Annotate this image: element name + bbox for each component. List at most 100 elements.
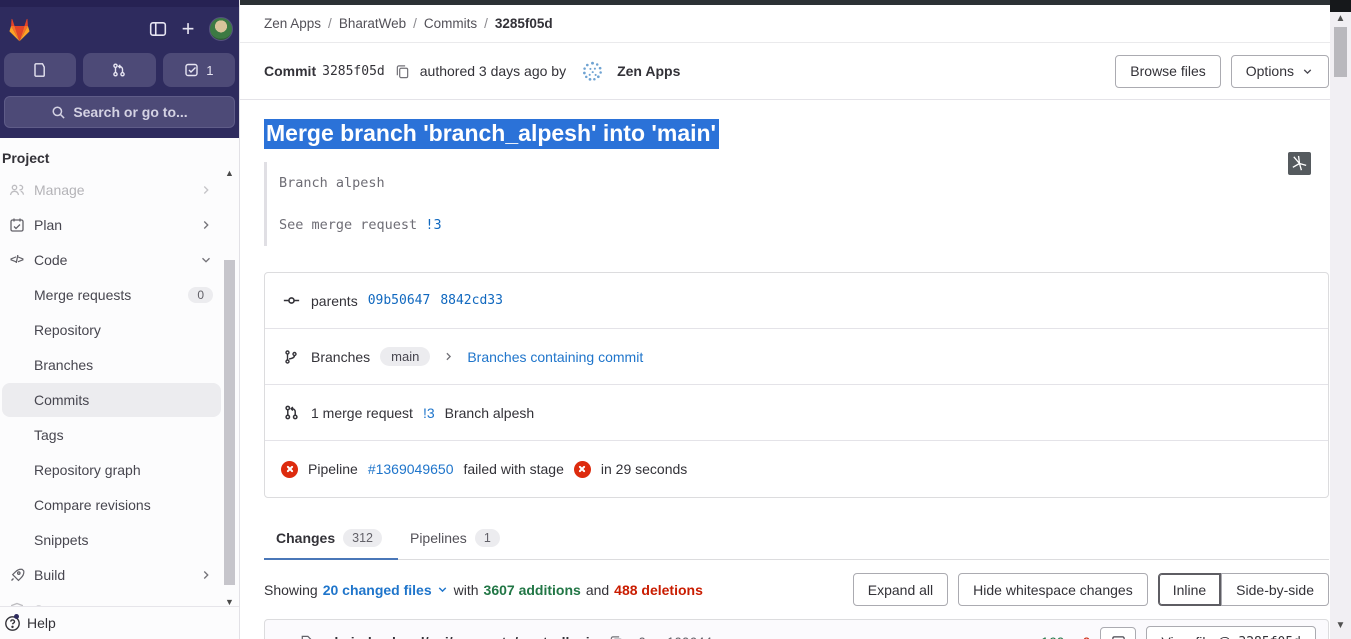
branches-label: Branches <box>311 348 371 365</box>
breadcrumb-link-project[interactable]: BharatWeb <box>339 16 406 31</box>
comment-icon <box>1112 636 1125 639</box>
author-avatar[interactable] <box>580 59 605 84</box>
branches-containing-commit-link[interactable]: Branches containing commit <box>467 349 643 365</box>
branch-name-badge[interactable]: main <box>380 347 431 367</box>
sidebar-item-label: Repository <box>34 322 101 338</box>
sidebar-item-compare-revisions[interactable]: Compare revisions <box>2 488 221 522</box>
file-path[interactable]: admin-backend/api/accounts/controller.js <box>322 634 597 639</box>
gitlab-logo-icon[interactable] <box>6 16 33 43</box>
rocket-icon <box>8 567 25 583</box>
branches-row: Branches main Branches containing commit <box>265 329 1328 386</box>
commit-message-line: Branch alpesh <box>279 174 385 191</box>
expand-all-button[interactable]: Expand all <box>852 573 949 607</box>
parent-sha-link[interactable]: 8842cd33 <box>440 293 503 308</box>
browse-files-button[interactable]: Browse files <box>1115 54 1221 88</box>
commit-label: Commit <box>264 63 317 79</box>
inline-view-button[interactable]: Inline <box>1157 573 1222 607</box>
merge-request-count-text: 1 merge request <box>311 404 413 421</box>
sidebar-item-label: Build <box>34 567 66 583</box>
commit-tabs: Changes 312 Pipelines 1 <box>264 520 1329 561</box>
search-placeholder: Search or go to... <box>73 104 188 120</box>
user-avatar[interactable] <box>209 17 233 41</box>
sidebar-item-tags[interactable]: Tags <box>2 418 221 452</box>
commit-message-line: See merge request !3 <box>279 217 442 234</box>
collapse-chevron-icon[interactable] <box>277 635 291 639</box>
sidebar-item-manage[interactable]: Manage <box>2 173 221 207</box>
calendar-icon <box>8 217 25 233</box>
help-notification-dot <box>14 614 19 619</box>
sidebar-toggle-icon[interactable] <box>143 14 173 44</box>
sidebar-scrollbar[interactable]: ▲ ▼ <box>223 168 236 607</box>
file-diff-header: admin-backend/api/accounts/controller.js… <box>264 619 1329 639</box>
sidebar-item-secure[interactable]: Secure <box>2 593 221 606</box>
sidebar-item-label: Commits <box>34 392 90 408</box>
sidebar-item-label: Merge requests <box>34 287 132 303</box>
chevron-right-icon <box>199 183 213 197</box>
copy-path-icon[interactable] <box>609 635 624 639</box>
sidebar-item-snippets[interactable]: Snippets <box>2 523 221 557</box>
pipelines-count-badge: 1 <box>474 529 500 548</box>
sidebar-item-commits[interactable]: Commits <box>2 383 221 417</box>
parent-sha-link[interactable]: 09b50647 <box>368 293 431 308</box>
scrollbar-corner <box>1330 0 1351 12</box>
commit-message: Branch alpesh See merge request !3 <box>264 161 1329 247</box>
page-scrollbar[interactable]: ▲ ▼ <box>1330 0 1351 639</box>
parents-label: parents <box>311 292 358 309</box>
scroll-up-arrow-icon[interactable]: ▲ <box>223 168 236 178</box>
author-name[interactable]: Zen Apps <box>617 63 680 79</box>
pipeline-label: Pipeline <box>308 461 358 478</box>
sidebar-item-label: Manage <box>34 182 85 198</box>
sidebar-item-build[interactable]: Build <box>2 558 221 592</box>
breadcrumb-link-commits[interactable]: Commits <box>424 16 477 31</box>
showing-label: Showing <box>264 581 318 598</box>
help-button[interactable]: Help <box>0 606 239 639</box>
diff-summary-row: Showing 20 changed files with 3607 addit… <box>264 573 1329 607</box>
issues-shortcut-button[interactable] <box>4 53 77 87</box>
additions-count: 3607 additions <box>483 581 581 598</box>
sidebar-item-branches[interactable]: Branches <box>2 348 221 382</box>
create-new-icon[interactable]: + <box>173 14 203 44</box>
merge-request-title: Branch alpesh <box>444 404 535 421</box>
breadcrumb-link-group[interactable]: Zen Apps <box>264 16 321 31</box>
sidebar-item-code[interactable]: </> Code <box>2 243 221 277</box>
sidebar-item-plan[interactable]: Plan <box>2 208 221 242</box>
sidebar-item-repository[interactable]: Repository <box>2 313 221 347</box>
sidebar-scrollbar-thumb[interactable] <box>224 260 235 585</box>
todos-shortcut-button[interactable]: 1 <box>162 53 235 87</box>
chevron-right-icon <box>199 218 213 232</box>
scroll-down-arrow-icon[interactable]: ▼ <box>1330 620 1351 632</box>
file-deletions: −0 <box>1074 634 1090 639</box>
view-file-button[interactable]: View file @ 3285f05d <box>1146 625 1316 639</box>
copy-sha-icon[interactable] <box>395 64 410 79</box>
scroll-up-arrow-icon[interactable]: ▲ <box>1330 13 1351 25</box>
search-icon <box>51 105 66 120</box>
merge-requests-shortcut-button[interactable] <box>83 53 156 87</box>
changed-files-dropdown[interactable]: 20 changed files <box>323 582 449 598</box>
search-input[interactable]: Search or go to... <box>4 96 235 128</box>
diff-view-toggle: Inline Side-by-side <box>1157 573 1329 607</box>
pipeline-id-link[interactable]: #1369049650 <box>368 461 454 477</box>
pipeline-failed-status-icon[interactable] <box>281 460 298 478</box>
gitlab-commit-page: + 1 Search or go to... Project Manage Pl… <box>0 0 1351 639</box>
sidebar-section-label: Project <box>2 150 50 166</box>
parents-row: parents 09b50647 8842cd33 <box>265 273 1328 330</box>
breadcrumb-separator: / <box>413 16 417 31</box>
merge-request-link[interactable]: !3 <box>425 217 441 233</box>
comment-button[interactable] <box>1100 626 1137 639</box>
stage-failed-status-icon[interactable] <box>573 460 591 478</box>
tab-pipelines[interactable]: Pipelines 1 <box>398 520 516 559</box>
options-dropdown-button[interactable]: Options <box>1230 54 1329 88</box>
sidebar-item-merge-requests[interactable]: Merge requests 0 <box>2 278 221 312</box>
commit-body: Merge branch 'branch_alpesh' into 'main'… <box>240 119 1351 639</box>
tab-changes[interactable]: Changes 312 <box>264 520 398 561</box>
page-scrollbar-thumb[interactable] <box>1334 27 1347 77</box>
sidebar-header: + 1 Search or go to... <box>0 0 239 138</box>
sidebar-item-label: Tags <box>34 427 64 443</box>
deletions-count: 488 deletions <box>614 581 703 598</box>
sidebar-item-repository-graph[interactable]: Repository graph <box>2 453 221 487</box>
window-top-strip <box>0 0 239 7</box>
hide-whitespace-button[interactable]: Hide whitespace changes <box>958 573 1148 607</box>
pipeline-duration-text: in 29 seconds <box>600 461 688 478</box>
merge-request-id-link[interactable]: !3 <box>423 405 435 421</box>
side-by-side-view-button[interactable]: Side-by-side <box>1221 573 1329 607</box>
